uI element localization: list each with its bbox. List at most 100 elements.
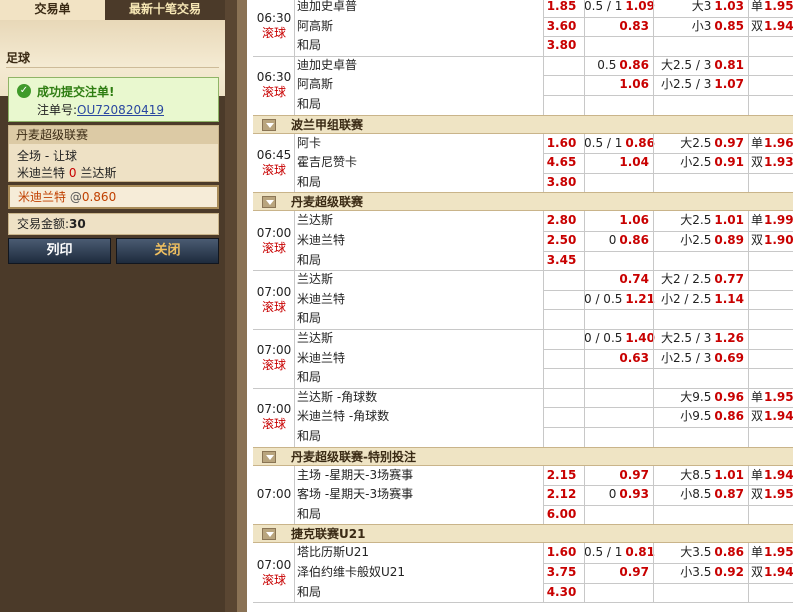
over-under-cell[interactable]: 小3 0.85 (653, 17, 744, 37)
oe-odds[interactable]: 1.95 (764, 545, 793, 559)
odds-1x2[interactable]: 3.80 (543, 173, 580, 193)
odd-even-cell[interactable]: 单1.95 (751, 388, 793, 408)
collapse-arrow-icon[interactable] (262, 450, 276, 463)
odds-1x2[interactable] (543, 290, 580, 310)
handicap-cell[interactable] (584, 368, 649, 388)
odd-even-cell[interactable]: 双1.94 (751, 17, 793, 37)
odds-1x2[interactable]: 6.00 (543, 505, 580, 525)
odd-even-cell[interactable] (751, 95, 752, 115)
odds-1x2[interactable]: 3.45 (543, 251, 580, 271)
handicap-odds[interactable]: 0.93 (619, 487, 649, 501)
ou-odds[interactable]: 0.89 (714, 233, 744, 247)
over-under-cell[interactable] (653, 251, 744, 271)
odds-1x2[interactable]: 3.80 (543, 36, 580, 56)
handicap-odds[interactable]: 0.74 (619, 272, 649, 286)
over-under-cell[interactable]: 小9.5 0.86 (653, 407, 744, 427)
handicap-cell[interactable]: 0 / 0.5 1.21 (584, 290, 655, 310)
ou-odds[interactable]: 1.01 (714, 468, 744, 482)
odds-1x2[interactable] (543, 309, 580, 329)
league-header[interactable]: 丹麦超级联赛-特别投注 (253, 446, 793, 466)
handicap-cell[interactable] (584, 407, 649, 427)
handicap-cell[interactable] (584, 173, 649, 193)
handicap-cell[interactable] (584, 427, 649, 447)
handicap-odds[interactable]: 0.86 (619, 58, 649, 72)
odds-1x2[interactable] (543, 388, 580, 408)
handicap-cell[interactable]: 0.5 / 1 0.86 (584, 134, 655, 154)
over-under-cell[interactable]: 小3.5 0.92 (653, 563, 744, 583)
odd-even-cell[interactable]: 单1.95 (751, 543, 793, 563)
odds-1x2[interactable] (543, 368, 580, 388)
handicap-odds[interactable]: 0.86 (619, 233, 649, 247)
odd-even-cell[interactable] (751, 583, 752, 603)
handicap-cell[interactable] (584, 505, 649, 525)
league-header[interactable]: 捷克联赛U21 (253, 524, 793, 544)
ou-odds[interactable]: 1.14 (714, 292, 744, 306)
handicap-odds[interactable]: 0.97 (619, 565, 649, 579)
handicap-cell[interactable] (584, 36, 649, 56)
oe-odds[interactable]: 1.95 (764, 487, 793, 501)
odds-1x2[interactable]: 1.60 (543, 134, 580, 154)
over-under-cell[interactable]: 大2.5 / 3 0.81 (653, 56, 744, 76)
team-name[interactable]: 和局 (297, 505, 321, 525)
handicap-cell[interactable]: 0 0.93 (584, 485, 649, 505)
odds-1x2[interactable]: 3.60 (543, 17, 580, 37)
tab-bet-slip[interactable]: 交易单 (0, 0, 105, 20)
team-name[interactable]: 和局 (297, 309, 321, 329)
over-under-cell[interactable] (653, 309, 744, 329)
handicap-cell[interactable] (584, 309, 649, 329)
handicap-cell[interactable] (584, 388, 649, 408)
over-under-cell[interactable]: 小2 / 2.5 1.14 (653, 290, 744, 310)
oe-odds[interactable]: 1.94 (764, 468, 793, 482)
over-under-cell[interactable]: 小2.5 / 3 1.07 (653, 75, 744, 95)
odds-1x2[interactable] (543, 270, 580, 290)
odd-even-cell[interactable] (751, 75, 752, 95)
oe-odds[interactable]: 1.94 (764, 565, 793, 579)
oe-odds[interactable]: 1.93 (764, 155, 793, 169)
team-name[interactable]: 塔比历斯U21 (297, 543, 369, 563)
team-name[interactable]: 主场 -星期天-3场赛事 (297, 466, 413, 486)
team-name[interactable]: 霍吉尼赞卡 (297, 153, 357, 173)
oe-odds[interactable]: 1.95 (764, 0, 793, 13)
odds-1x2[interactable]: 1.85 (543, 0, 580, 17)
over-under-cell[interactable]: 大2.5 / 3 1.26 (653, 329, 744, 349)
odd-even-cell[interactable] (751, 56, 752, 76)
handicap-cell[interactable]: 0.63 (584, 349, 649, 369)
handicap-cell[interactable] (584, 251, 649, 271)
handicap-cell[interactable] (584, 583, 649, 603)
handicap-odds[interactable]: 0.83 (619, 19, 649, 33)
league-header[interactable]: 丹麦超级联赛 (253, 192, 793, 212)
odds-1x2[interactable]: 4.30 (543, 583, 580, 603)
odds-1x2[interactable] (543, 75, 580, 95)
ou-odds[interactable]: 1.03 (714, 0, 744, 13)
oe-odds[interactable]: 1.94 (764, 409, 793, 423)
ou-odds[interactable]: 0.91 (714, 155, 744, 169)
odd-even-cell[interactable]: 双1.94 (751, 407, 793, 427)
collapse-arrow-icon[interactable] (262, 528, 276, 541)
handicap-cell[interactable]: 0 / 0.5 1.40 (584, 329, 655, 349)
odd-even-cell[interactable] (751, 251, 752, 271)
over-under-cell[interactable]: 大3 1.03 (653, 0, 744, 17)
team-name[interactable]: 和局 (297, 173, 321, 193)
odds-1x2[interactable] (543, 95, 580, 115)
odds-1x2[interactable] (543, 56, 580, 76)
ou-odds[interactable]: 0.86 (714, 545, 744, 559)
team-name[interactable]: 米迪兰特 -角球数 (297, 407, 389, 427)
odds-1x2[interactable] (543, 407, 580, 427)
team-name[interactable]: 阿卡 (297, 134, 321, 154)
odd-even-cell[interactable]: 双1.90 (751, 231, 793, 251)
team-name[interactable]: 和局 (297, 95, 321, 115)
odds-1x2[interactable] (543, 427, 580, 447)
handicap-cell[interactable]: 0.83 (584, 17, 649, 37)
odds-1x2[interactable]: 4.65 (543, 153, 580, 173)
handicap-odds[interactable]: 0.86 (625, 136, 655, 150)
team-name[interactable]: 和局 (297, 427, 321, 447)
over-under-cell[interactable]: 小2.5 0.89 (653, 231, 744, 251)
odd-even-cell[interactable]: 单1.95 (751, 0, 793, 17)
odd-even-cell[interactable] (751, 290, 752, 310)
handicap-cell[interactable]: 0.5 / 1 0.81 (584, 543, 655, 563)
team-name[interactable]: 迪加史卓普 (297, 0, 357, 17)
odd-even-cell[interactable] (751, 329, 752, 349)
team-name[interactable]: 阿高斯 (297, 17, 333, 37)
team-name[interactable]: 和局 (297, 36, 321, 56)
oe-odds[interactable]: 1.95 (764, 390, 793, 404)
